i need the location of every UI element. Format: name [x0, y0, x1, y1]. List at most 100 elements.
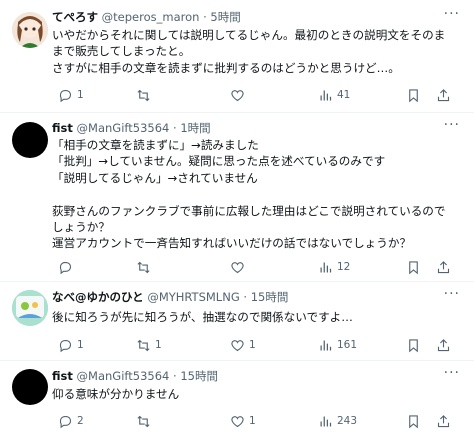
like-button[interactable]	[230, 86, 249, 104]
tweet-actions: 2 1 243	[48, 412, 458, 430]
tweet-header: fist @ManGift53564 · 15時間	[52, 369, 218, 383]
share-button[interactable]	[436, 412, 451, 430]
tweet-header: なべ@ゆかのひと @MYHRTSMLNG · 15時間	[52, 290, 289, 304]
views-button[interactable]: 243	[318, 412, 357, 430]
views-count: 41	[337, 89, 351, 101]
retweet-button[interactable]	[136, 412, 155, 430]
handle[interactable]: @teperos_maron	[102, 10, 200, 24]
tweet-line: 運営アカウントで一斉告知すればいいだけの話ではないでしょうか？	[52, 236, 412, 251]
views-icon	[320, 340, 332, 350]
timestamp[interactable]: 5時間	[210, 10, 240, 24]
reply-count: 1	[77, 339, 84, 351]
bookmark-icon	[409, 414, 418, 428]
more-icon[interactable]: ···	[444, 286, 460, 302]
share-button[interactable]	[436, 86, 451, 104]
handle[interactable]: @MYHRTSMLNG	[147, 290, 239, 304]
views-count: 12	[337, 261, 351, 273]
like-button[interactable]: 1	[230, 336, 256, 354]
reply-button[interactable]	[58, 258, 77, 276]
tweet-line: 「相手の文章を読まずに」→読みました	[52, 138, 259, 152]
avatar[interactable]	[12, 122, 48, 158]
tweet-line: さすがに相手の文章を読まずに批判するのはどうかと思うけど…。	[52, 60, 400, 75]
avatar[interactable]	[12, 290, 48, 326]
reply-icon	[59, 261, 72, 274]
tweet-actions: 1 1 1 161	[48, 336, 458, 354]
share-icon	[437, 260, 450, 273]
retweet-icon	[137, 415, 150, 427]
bookmark-button[interactable]	[406, 336, 421, 354]
bookmark-icon	[409, 260, 418, 274]
timestamp[interactable]: 15時間	[251, 290, 289, 304]
display-name[interactable]: fist	[52, 121, 73, 135]
reply-button[interactable]: 1	[58, 336, 84, 354]
reply-button[interactable]: 2	[58, 412, 84, 430]
handle[interactable]: @ManGift53564	[77, 121, 170, 135]
views-icon	[320, 262, 332, 272]
bookmark-icon	[409, 88, 418, 102]
heart-icon	[231, 89, 244, 101]
views-button[interactable]: 12	[318, 258, 350, 276]
tweet-header: fist @ManGift53564 · 1時間	[52, 121, 211, 135]
share-button[interactable]	[436, 258, 451, 276]
retweet-button[interactable]	[136, 86, 155, 104]
tweet-item[interactable]: てぺろす @teperos_maron · 5時間 ··· いやだからそれに関し…	[0, 0, 474, 112]
tweet-item[interactable]: fist @ManGift53564 · 1時間 ··· 「相手の文章を読まずに…	[0, 113, 474, 281]
reply-icon	[59, 89, 72, 102]
tweet-line: いやだからそれに関しては説明してるじゃん。最初のときの説明文をそのま	[52, 28, 446, 42]
tweet-item[interactable]: fist @ManGift53564 · 15時間 ··· 仰る意味が分かりませ…	[0, 361, 474, 444]
heart-icon	[231, 261, 244, 273]
tweet-text: 後に知ろうが先に知ろうが、抽選なので関係ないですよ…	[52, 309, 464, 325]
bookmark-button[interactable]	[406, 258, 421, 276]
retweet-button[interactable]	[136, 258, 155, 276]
tweet-line: まで販売してしまったと。	[52, 44, 191, 59]
tweet-actions: 12	[48, 258, 458, 276]
like-count: 1	[249, 415, 256, 427]
views-icon	[320, 90, 332, 100]
views-button[interactable]: 41	[318, 86, 350, 104]
tweet-line: 荻野さんのファンクラブで事前に広報した理由はどこで説明されているので	[52, 203, 446, 218]
more-icon[interactable]: ···	[444, 365, 460, 381]
views-icon	[320, 416, 332, 426]
share-button[interactable]	[436, 336, 451, 354]
display-name[interactable]: fist	[52, 369, 73, 383]
reply-count: 2	[77, 415, 84, 427]
retweet-icon	[137, 261, 150, 273]
share-icon	[437, 88, 450, 101]
retweet-count: 1	[155, 339, 162, 351]
share-icon	[437, 338, 450, 351]
display-name[interactable]: なべ@ゆかのひと	[52, 290, 144, 304]
reply-icon	[59, 415, 72, 428]
timestamp[interactable]: 15時間	[180, 369, 218, 383]
like-button[interactable]: 1	[230, 412, 256, 430]
reply-count: 1	[77, 89, 84, 101]
reply-button[interactable]: 1	[58, 86, 84, 104]
like-count: 1	[249, 339, 256, 351]
heart-icon	[231, 339, 244, 351]
timestamp[interactable]: 1時間	[180, 121, 210, 135]
more-icon[interactable]: ···	[444, 117, 460, 133]
bookmark-button[interactable]	[406, 86, 421, 104]
tweet-actions: 1 41	[48, 86, 458, 104]
tweet-text: 仰る意味が分かりません	[52, 386, 464, 402]
share-icon	[437, 414, 450, 427]
like-button[interactable]	[230, 258, 249, 276]
tweet-line: 仰る意味が分かりません	[52, 387, 180, 401]
tweet-item[interactable]: なべ@ゆかのひと @MYHRTSMLNG · 15時間 ··· 後に知ろうが先に…	[0, 282, 474, 360]
tweet-line: 「説明してるじゃん」→されていません	[52, 170, 258, 185]
avatar[interactable]	[12, 12, 48, 48]
avatar[interactable]	[12, 369, 48, 405]
views-button[interactable]: 161	[318, 336, 357, 354]
more-icon[interactable]: ···	[444, 6, 460, 22]
tweet-text: 「相手の文章を読まずに」→読みました 「批判」→していません。疑問に思った点を述…	[52, 137, 464, 252]
handle[interactable]: @ManGift53564	[77, 369, 170, 383]
tweet-line: しょうか？	[52, 220, 110, 235]
views-count: 161	[337, 339, 358, 351]
tweet-header: てぺろす @teperos_maron · 5時間	[52, 10, 241, 24]
retweet-button[interactable]: 1	[136, 336, 162, 354]
tweet-line	[52, 186, 464, 202]
display-name[interactable]: てぺろす	[52, 10, 98, 24]
bookmark-button[interactable]	[406, 412, 421, 430]
views-count: 243	[337, 415, 358, 427]
bookmark-icon	[409, 338, 418, 352]
tweet-line: 後に知ろうが先に知ろうが、抽選なので関係ないですよ…	[52, 310, 353, 324]
